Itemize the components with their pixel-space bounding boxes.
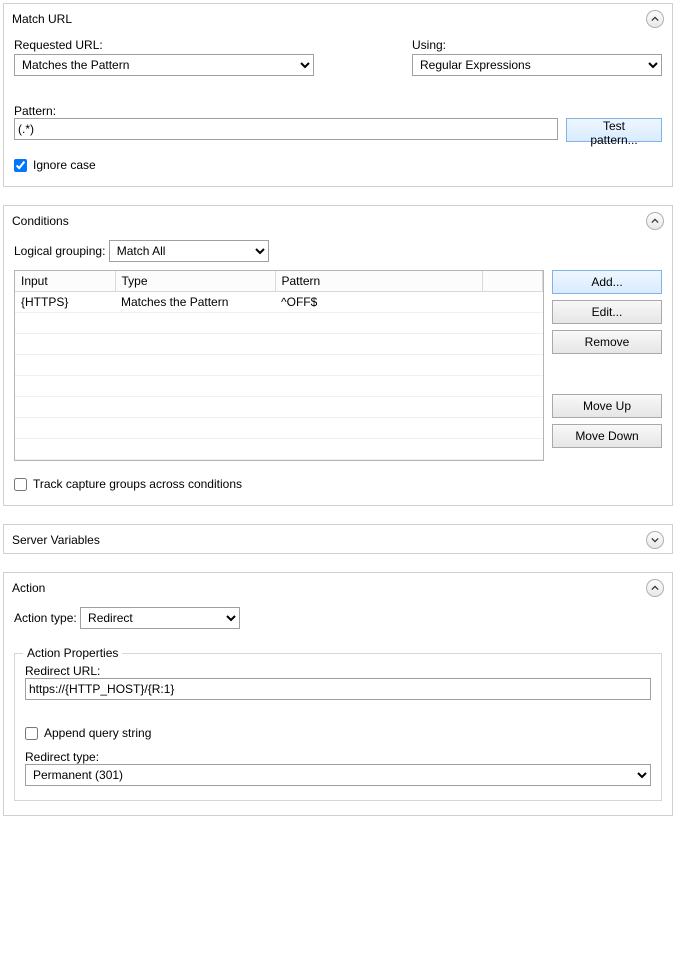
move-down-button[interactable]: Move Down	[552, 424, 662, 448]
server-variables-panel: Server Variables	[3, 524, 673, 554]
collapse-conditions[interactable]	[646, 212, 664, 230]
collapse-action[interactable]	[646, 579, 664, 597]
chevron-up-icon	[651, 217, 659, 225]
requested-url-label: Requested URL:	[14, 38, 314, 52]
action-type-label: Action type:	[14, 611, 77, 625]
logical-grouping-label: Logical grouping:	[14, 244, 105, 258]
action-title: Action	[12, 581, 646, 595]
ignore-case-checkbox[interactable]	[14, 159, 27, 172]
expand-server-variables[interactable]	[646, 531, 664, 549]
action-properties-group: Action Properties Redirect URL: Append q…	[14, 653, 662, 801]
table-row[interactable]: {HTTPS} Matches the Pattern ^OFF$	[15, 292, 543, 313]
col-blank	[483, 271, 543, 292]
pattern-input[interactable]	[14, 118, 558, 140]
table-row	[15, 355, 543, 376]
table-row	[15, 334, 543, 355]
append-query-label: Append query string	[44, 726, 151, 740]
action-type-select[interactable]: Redirect	[80, 607, 240, 629]
collapse-match-url[interactable]	[646, 10, 664, 28]
conditions-table[interactable]: Input Type Pattern {HTTPS} Matches the P…	[14, 270, 544, 461]
action-panel: Action Action type: Redirect Action Prop…	[3, 572, 673, 816]
conditions-panel: Conditions Logical grouping: Match All I…	[3, 205, 673, 506]
redirect-url-label: Redirect URL:	[25, 664, 100, 678]
append-query-checkbox[interactable]	[25, 727, 38, 740]
table-row	[15, 397, 543, 418]
cell-pattern: ^OFF$	[275, 292, 483, 313]
redirect-url-input[interactable]	[25, 678, 651, 700]
col-type: Type	[115, 271, 275, 292]
track-capture-checkbox[interactable]	[14, 478, 27, 491]
col-input: Input	[15, 271, 115, 292]
match-url-panel: Match URL Requested URL: Matches the Pat…	[3, 3, 673, 187]
pattern-label: Pattern:	[14, 104, 56, 118]
chevron-up-icon	[651, 584, 659, 592]
col-pattern: Pattern	[275, 271, 483, 292]
table-row	[15, 418, 543, 439]
table-row	[15, 313, 543, 334]
chevron-up-icon	[651, 15, 659, 23]
edit-button[interactable]: Edit...	[552, 300, 662, 324]
redirect-type-label: Redirect type:	[25, 750, 99, 764]
conditions-title: Conditions	[12, 214, 646, 228]
remove-button[interactable]: Remove	[552, 330, 662, 354]
cell-type: Matches the Pattern	[115, 292, 275, 313]
redirect-type-select[interactable]: Permanent (301)	[25, 764, 651, 786]
logical-grouping-select[interactable]: Match All	[109, 240, 269, 262]
move-up-button[interactable]: Move Up	[552, 394, 662, 418]
table-row	[15, 439, 543, 460]
requested-url-select[interactable]: Matches the Pattern	[14, 54, 314, 76]
table-row	[15, 376, 543, 397]
test-pattern-button[interactable]: Test pattern...	[566, 118, 662, 142]
ignore-case-label: Ignore case	[33, 158, 96, 172]
track-capture-label: Track capture groups across conditions	[33, 477, 242, 491]
using-label: Using:	[412, 38, 662, 52]
using-select[interactable]: Regular Expressions	[412, 54, 662, 76]
add-button[interactable]: Add...	[552, 270, 662, 294]
server-variables-title: Server Variables	[12, 533, 646, 547]
action-properties-legend: Action Properties	[23, 646, 122, 660]
chevron-down-icon	[651, 536, 659, 544]
match-url-title: Match URL	[12, 12, 646, 26]
cell-input: {HTTPS}	[15, 292, 115, 313]
